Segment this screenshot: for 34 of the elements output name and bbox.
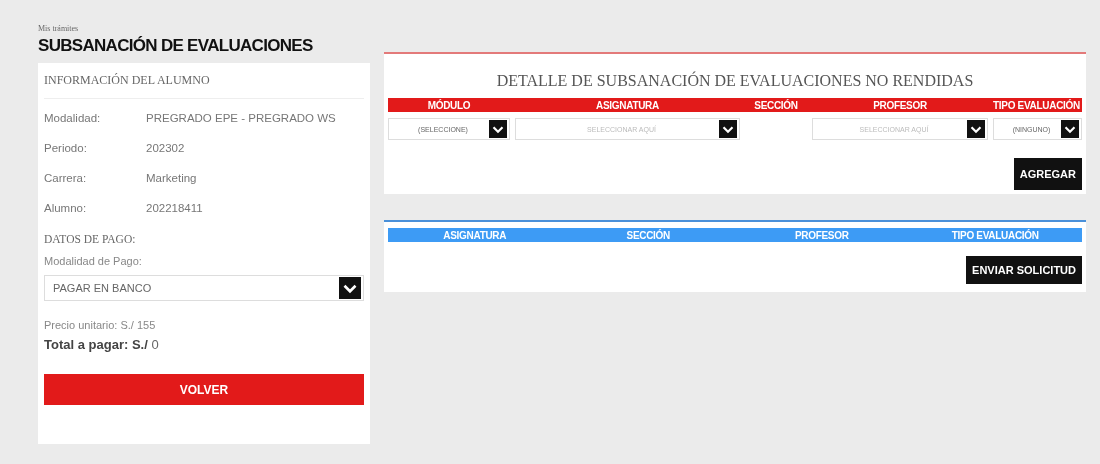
column-header: TIPO EVALUACIÓN <box>950 229 1040 241</box>
field-label: Modalidad: <box>44 112 102 124</box>
field-value: 202218411 <box>146 202 203 214</box>
field-value: Marketing <box>146 172 197 184</box>
column-header: TIPO EVALUACIÓN <box>993 99 1081 111</box>
column-header: MÓDULO <box>426 99 472 111</box>
chevron-down-icon <box>339 277 361 299</box>
field-label: Modalidad de Pago: <box>44 255 143 267</box>
field-value: PREGRADO EPE - PREGRADO WS <box>146 112 336 124</box>
section-heading: DATOS DE PAGO: <box>44 233 137 245</box>
field-value: 202302 <box>146 142 185 154</box>
total-amount: Total a pagar: S./ 0 <box>44 337 160 352</box>
panel-title: DETALLE DE SUBSANACIÓN DE EVALUACIONES NO RENDIDAS <box>495 70 975 91</box>
column-header: SECCIÓN <box>753 99 799 111</box>
field-label: Alumno: <box>44 202 88 214</box>
back-button[interactable]: VOLVER <box>44 374 364 405</box>
breadcrumb[interactable]: Mis trámites <box>38 24 370 33</box>
column-header: SECCIÓN <box>625 229 671 241</box>
column-header: PROFESOR <box>872 99 928 111</box>
chevron-down-icon <box>1061 120 1079 138</box>
add-button[interactable]: AGREGAR <box>1013 158 1082 190</box>
chevron-down-icon <box>489 120 507 138</box>
column-header: ASIGNATURA <box>595 99 660 111</box>
chevron-down-icon <box>719 120 737 138</box>
page-title: SUBSANACIÓN DE EVALUACIONES <box>38 35 313 57</box>
chevron-down-icon <box>967 120 985 138</box>
field-label: Periodo: <box>44 142 88 154</box>
send-button[interactable]: ENVIAR SOLICITUD <box>966 256 1082 284</box>
payment-dropdown[interactable]: PAGAR EN BANCO <box>44 275 364 301</box>
unit-price: Precio unitario: S./ 155 <box>44 319 157 331</box>
card-heading: INFORMACIÓN DEL ALUMNO <box>44 63 364 99</box>
column-header: ASIGNATURA <box>442 229 508 241</box>
column-header: PROFESOR <box>793 229 850 241</box>
field-label: Carrera: <box>44 172 88 184</box>
